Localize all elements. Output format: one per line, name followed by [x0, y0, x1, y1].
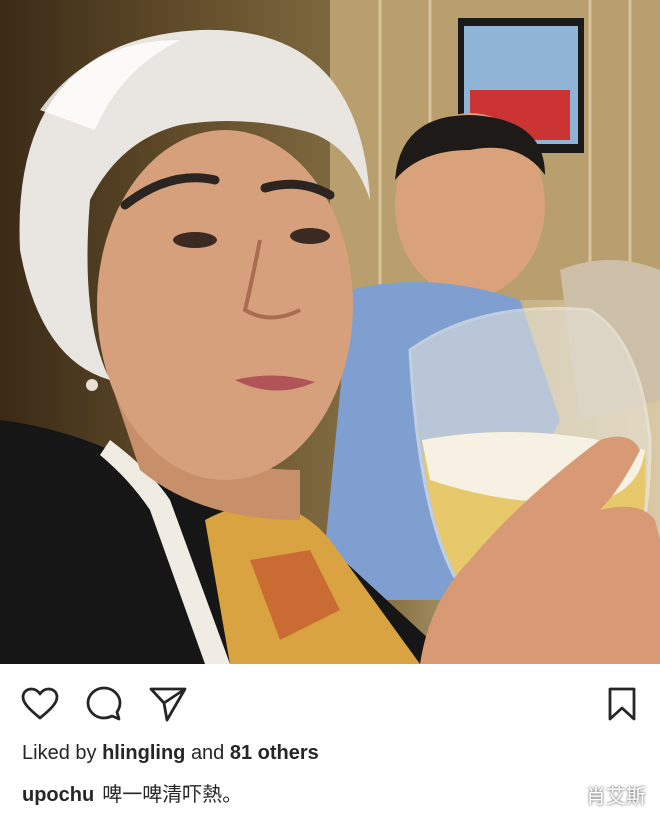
paper-plane-icon[interactable]	[148, 684, 188, 724]
caption-text: 啤一啤清吓熱。	[102, 784, 243, 806]
likes-others-link[interactable]: 81 others	[230, 742, 319, 764]
action-bar	[0, 664, 660, 740]
liked-by-user-link[interactable]: hlingling	[102, 742, 185, 764]
bookmark-icon[interactable]	[602, 684, 642, 724]
caption-username[interactable]: upochu	[22, 784, 94, 806]
heart-icon[interactable]	[20, 684, 60, 724]
watermark: 肖艾斯	[586, 784, 646, 808]
comment-icon[interactable]	[84, 684, 124, 724]
photo-illustration	[0, 0, 660, 664]
post-photo[interactable]	[0, 0, 660, 664]
likes-middle: and	[190, 742, 225, 764]
likes-prefix: Liked by	[22, 742, 97, 764]
post-caption: upochu 啤一啤清吓熱。	[22, 778, 242, 807]
likes-summary: Liked by hlingling and 81 others	[22, 742, 319, 765]
